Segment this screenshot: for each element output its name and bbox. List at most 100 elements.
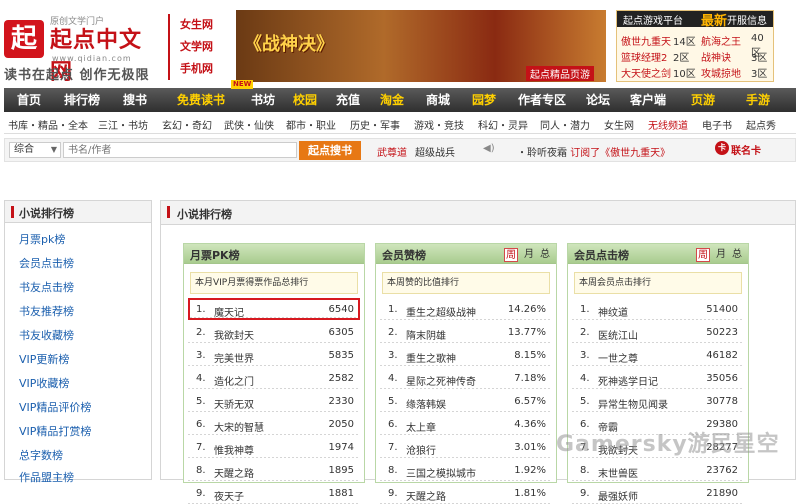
sidebar-item-vip-review[interactable]: VIP精品评价榜 [19,399,91,415]
book-title-link[interactable]: 一世之尊 [598,350,638,365]
sidebar-item-leader[interactable]: 作品盟主榜 [19,469,74,485]
subnav-item[interactable]: 科幻・灵异 [478,117,528,132]
subnav-item[interactable]: 武侠・仙侠 [224,117,274,132]
link-female-site[interactable]: 女生网 [168,14,228,36]
book-title-link[interactable]: 魔天记 [214,304,244,319]
book-title-link[interactable]: 医统江山 [598,327,638,342]
search-scope-select[interactable]: 综合 ▼ [9,142,61,158]
joint-card-link[interactable]: 卡联名卡 [715,141,761,157]
subnav-item[interactable]: 同人・潜力 [540,117,590,132]
ranking-row[interactable]: 8. 三国之模拟城市 1.92% [380,459,552,481]
game-link[interactable]: 傲世九重天 [621,33,671,48]
book-title-link[interactable]: 末世兽医 [598,465,638,480]
nav-item-recharge[interactable]: 充值 [326,88,370,112]
ranking-row[interactable]: 5. 缘落韩娱 6.57% [380,390,552,412]
subnav-item[interactable]: 历史・军事 [350,117,400,132]
nav-item-taojin[interactable]: 淘金 [370,88,414,112]
book-title-link[interactable]: 神纹道 [598,304,628,319]
ranking-row-highlighted[interactable]: 1. 魔天记 6540 [188,298,360,320]
subnav-item[interactable]: 起点秀 [746,117,776,132]
link-mobile-site[interactable]: 手机网 [168,58,228,80]
sidebar-item-reader-click[interactable]: 书友点击榜 [19,279,74,295]
sidebar-item-member-click[interactable]: 会员点击榜 [19,255,74,271]
tab-week[interactable]: 周 [504,248,518,262]
nav-item-client[interactable]: 客户端 [618,88,678,112]
tab-week[interactable]: 周 [696,248,710,262]
subnav-item-wireless[interactable]: 无线频道 [648,117,688,132]
nav-item-author-zone[interactable]: 作者专区 [506,88,578,112]
nav-item-campus[interactable]: 校园 [284,88,326,112]
subnav-item[interactable]: 游戏・竞技 [414,117,464,132]
subnav-item[interactable]: 玄幻・奇幻 [162,117,212,132]
tab-total[interactable]: 总 [730,248,744,262]
site-logo[interactable]: 起 原创文学门户 起点中文网 www.qidian.com 读书在起点 创作无极… [4,14,164,86]
book-title-link[interactable]: 我欲封天 [214,327,254,342]
ranking-row[interactable]: 3. 一世之尊 46182 [572,344,744,366]
ranking-row[interactable]: 2. 隋末阴雄 13.77% [380,321,552,343]
book-title-link[interactable]: 星际之死神传奇 [406,373,476,388]
book-title-link[interactable]: 隋末阴雄 [406,327,446,342]
ranking-row[interactable]: 6. 太上章 4.36% [380,413,552,435]
book-title-link[interactable]: 造化之门 [214,373,254,388]
tab-total[interactable]: 总 [538,248,552,262]
ticker-user-link[interactable]: 武尊道 [377,144,407,159]
game-link[interactable]: 攻城掠地 [701,65,741,80]
sidebar-item-monthly-pk[interactable]: 月票pk榜 [19,231,65,247]
nav-item-yuanmeng[interactable]: 园梦 [462,88,506,112]
book-title-link[interactable]: 重生之超级战神 [406,304,476,319]
ranking-row[interactable]: 1. 重生之超级战神 14.26% [380,298,552,320]
sidebar-item-vip-collect[interactable]: VIP收藏榜 [19,375,69,391]
tab-month[interactable]: 月 [522,248,536,262]
book-title-link[interactable]: 天骄无双 [214,396,254,411]
book-title-link[interactable]: 完美世界 [214,350,254,365]
ranking-row[interactable]: 8. 天醒之路 1895 [188,459,360,481]
ranking-row[interactable]: 9. 最强妖师 21890 [572,482,744,504]
ranking-row[interactable]: 7. 沧狼行 3.01% [380,436,552,458]
subnav-item[interactable]: 都市・职业 [286,117,336,132]
ranking-row[interactable]: 3. 完美世界 5835 [188,344,360,366]
game-link[interactable]: 篮球经理2 [621,49,667,64]
nav-item-home[interactable]: 首页 [4,88,54,112]
ranking-row[interactable]: 9. 夜天子 1881 [188,482,360,504]
game-link[interactable]: 航海之王 [701,33,741,48]
tab-month[interactable]: 月 [714,248,728,262]
ranking-row[interactable]: 7. 惟我神尊 1974 [188,436,360,458]
nav-item-rankings[interactable]: 排行榜 [54,88,110,112]
sidebar-item-reader-collect[interactable]: 书友收藏榜 [19,327,74,343]
ranking-row[interactable]: 4. 死神逃学日记 35056 [572,367,744,389]
nav-item-mall[interactable]: 商城 [414,88,462,112]
book-title-link[interactable]: 三国之模拟城市 [406,465,476,480]
sidebar-item-word-count[interactable]: 总字数榜 [19,447,63,463]
ranking-row[interactable]: 2. 我欲封天 6305 [188,321,360,343]
book-title-link[interactable]: 异常生物见闻录 [598,396,668,411]
game-link[interactable]: 战神诀 [701,49,731,64]
ranking-row[interactable]: 8. 末世兽医 23762 [572,459,744,481]
book-title-link[interactable]: 沧狼行 [406,442,436,457]
subnav-item[interactable]: 三江・书坊 [98,117,148,132]
game-ad-banner[interactable]: 《战神决》 起点精品页游 [236,10,606,82]
book-title-link[interactable]: 最强妖师 [598,488,638,503]
book-title-link[interactable]: 缘落韩娱 [406,396,446,411]
nav-item-forum[interactable]: 论坛 [578,88,618,112]
search-button[interactable]: 起点搜书 [299,141,361,160]
ranking-row[interactable]: 2. 医统江山 50223 [572,321,744,343]
book-title-link[interactable]: 夜天子 [214,488,244,503]
book-title-link[interactable]: 天醒之路 [406,488,446,503]
ranking-row[interactable]: 5. 异常生物见闻录 30778 [572,390,744,412]
ranking-row[interactable]: 6. 大宋的智慧 2050 [188,413,360,435]
book-title-link[interactable]: 惟我神尊 [214,442,254,457]
nav-item-mobile-games[interactable]: 手游 [728,88,788,112]
ranking-row[interactable]: 5. 天骄无双 2330 [188,390,360,412]
nav-item-webgames[interactable]: 页游 [678,88,728,112]
nav-item-free-read[interactable]: 免费读书 [160,88,242,112]
book-title-link[interactable]: 死神逃学日记 [598,373,658,388]
book-title-link[interactable]: 太上章 [406,419,436,434]
ranking-row[interactable]: 4. 星际之死神传奇 7.18% [380,367,552,389]
sidebar-item-vip-update[interactable]: VIP更新榜 [19,351,69,367]
search-input[interactable] [63,142,297,158]
book-title-link[interactable]: 天醒之路 [214,465,254,480]
nav-item-search[interactable]: 搜书 [110,88,160,112]
subnav-item[interactable]: 电子书 [702,117,732,132]
ranking-row[interactable]: 1. 神纹道 51400 [572,298,744,320]
ranking-row[interactable]: 9. 天醒之路 1.81% [380,482,552,504]
